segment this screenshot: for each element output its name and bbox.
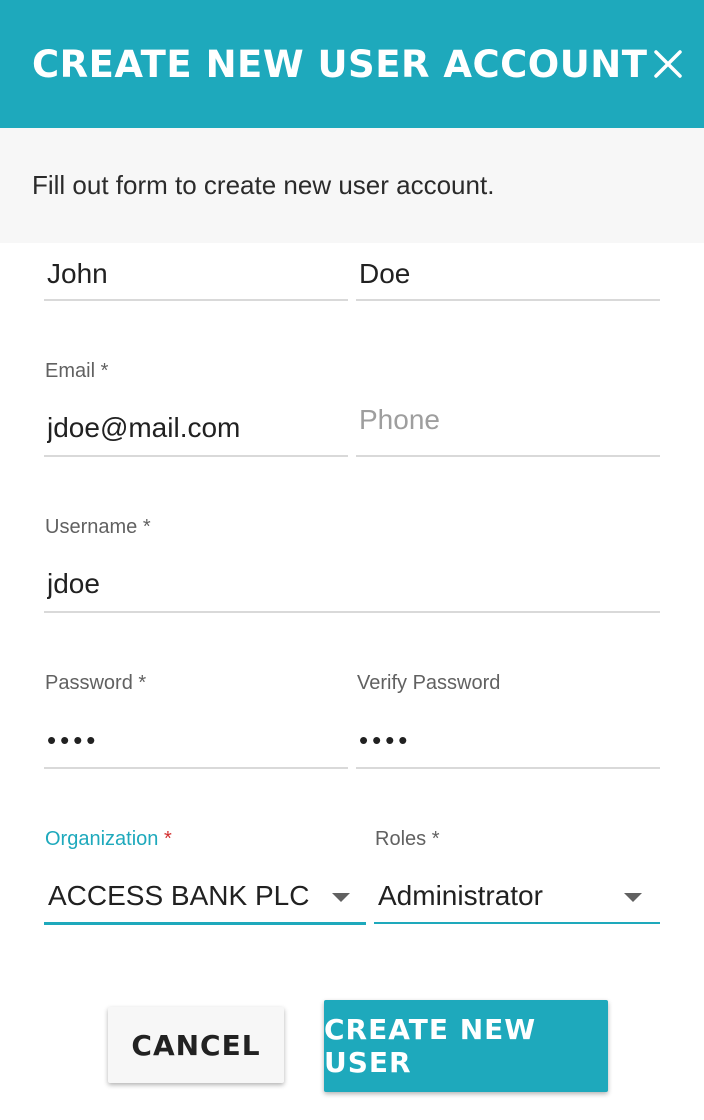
roles-value: Administrator (378, 880, 543, 911)
verify-password-label: Verify Password (357, 672, 501, 694)
close-button[interactable] (648, 44, 688, 84)
username-underline (44, 611, 660, 613)
chevron-down-icon (624, 893, 642, 902)
email-underline (44, 455, 348, 457)
phone-field (356, 358, 660, 458)
verify-password-field: Verify Password •••• (356, 670, 660, 770)
organization-underline (44, 922, 366, 925)
username-input[interactable] (44, 564, 660, 604)
first-name-input[interactable] (44, 254, 348, 294)
roles-underline (374, 922, 660, 924)
dialog-title: CREATE NEW USER ACCOUNT (32, 42, 648, 86)
organization-label: Organization * (45, 828, 172, 850)
verify-password-underline (356, 767, 660, 769)
phone-input[interactable] (356, 400, 660, 440)
organization-select[interactable]: Organization * ACCESS BANK PLC (44, 826, 366, 928)
first-name-underline (44, 299, 348, 301)
last-name-underline (356, 299, 660, 301)
username-field: Username * (44, 514, 660, 614)
email-input[interactable] (44, 408, 348, 448)
roles-select[interactable]: Roles * Administrator (374, 826, 660, 928)
email-field: Email * (44, 358, 348, 458)
close-icon (653, 50, 682, 78)
first-name-field (44, 250, 348, 302)
phone-underline (356, 455, 660, 457)
password-field: Password * •••• (44, 670, 348, 770)
dialog-subtitle: Fill out form to create new user account… (32, 170, 495, 200)
roles-label: Roles * (375, 828, 440, 850)
create-new-user-button[interactable]: CREATE NEW USER (324, 1000, 608, 1092)
organization-value: ACCESS BANK PLC (48, 880, 310, 911)
username-label: Username * (45, 516, 151, 538)
cancel-button[interactable]: CANCEL (108, 1007, 284, 1083)
email-label: Email * (45, 360, 109, 382)
password-label: Password * (45, 672, 147, 694)
verify-password-input[interactable]: •••• (356, 720, 660, 760)
password-underline (44, 767, 348, 769)
chevron-down-icon (332, 893, 350, 902)
last-name-input[interactable] (356, 254, 660, 294)
password-input[interactable]: •••• (44, 720, 348, 760)
dialog-subheader: Fill out form to create new user account… (0, 128, 704, 243)
dialog-header: CREATE NEW USER ACCOUNT (0, 0, 704, 128)
last-name-field (356, 250, 660, 302)
